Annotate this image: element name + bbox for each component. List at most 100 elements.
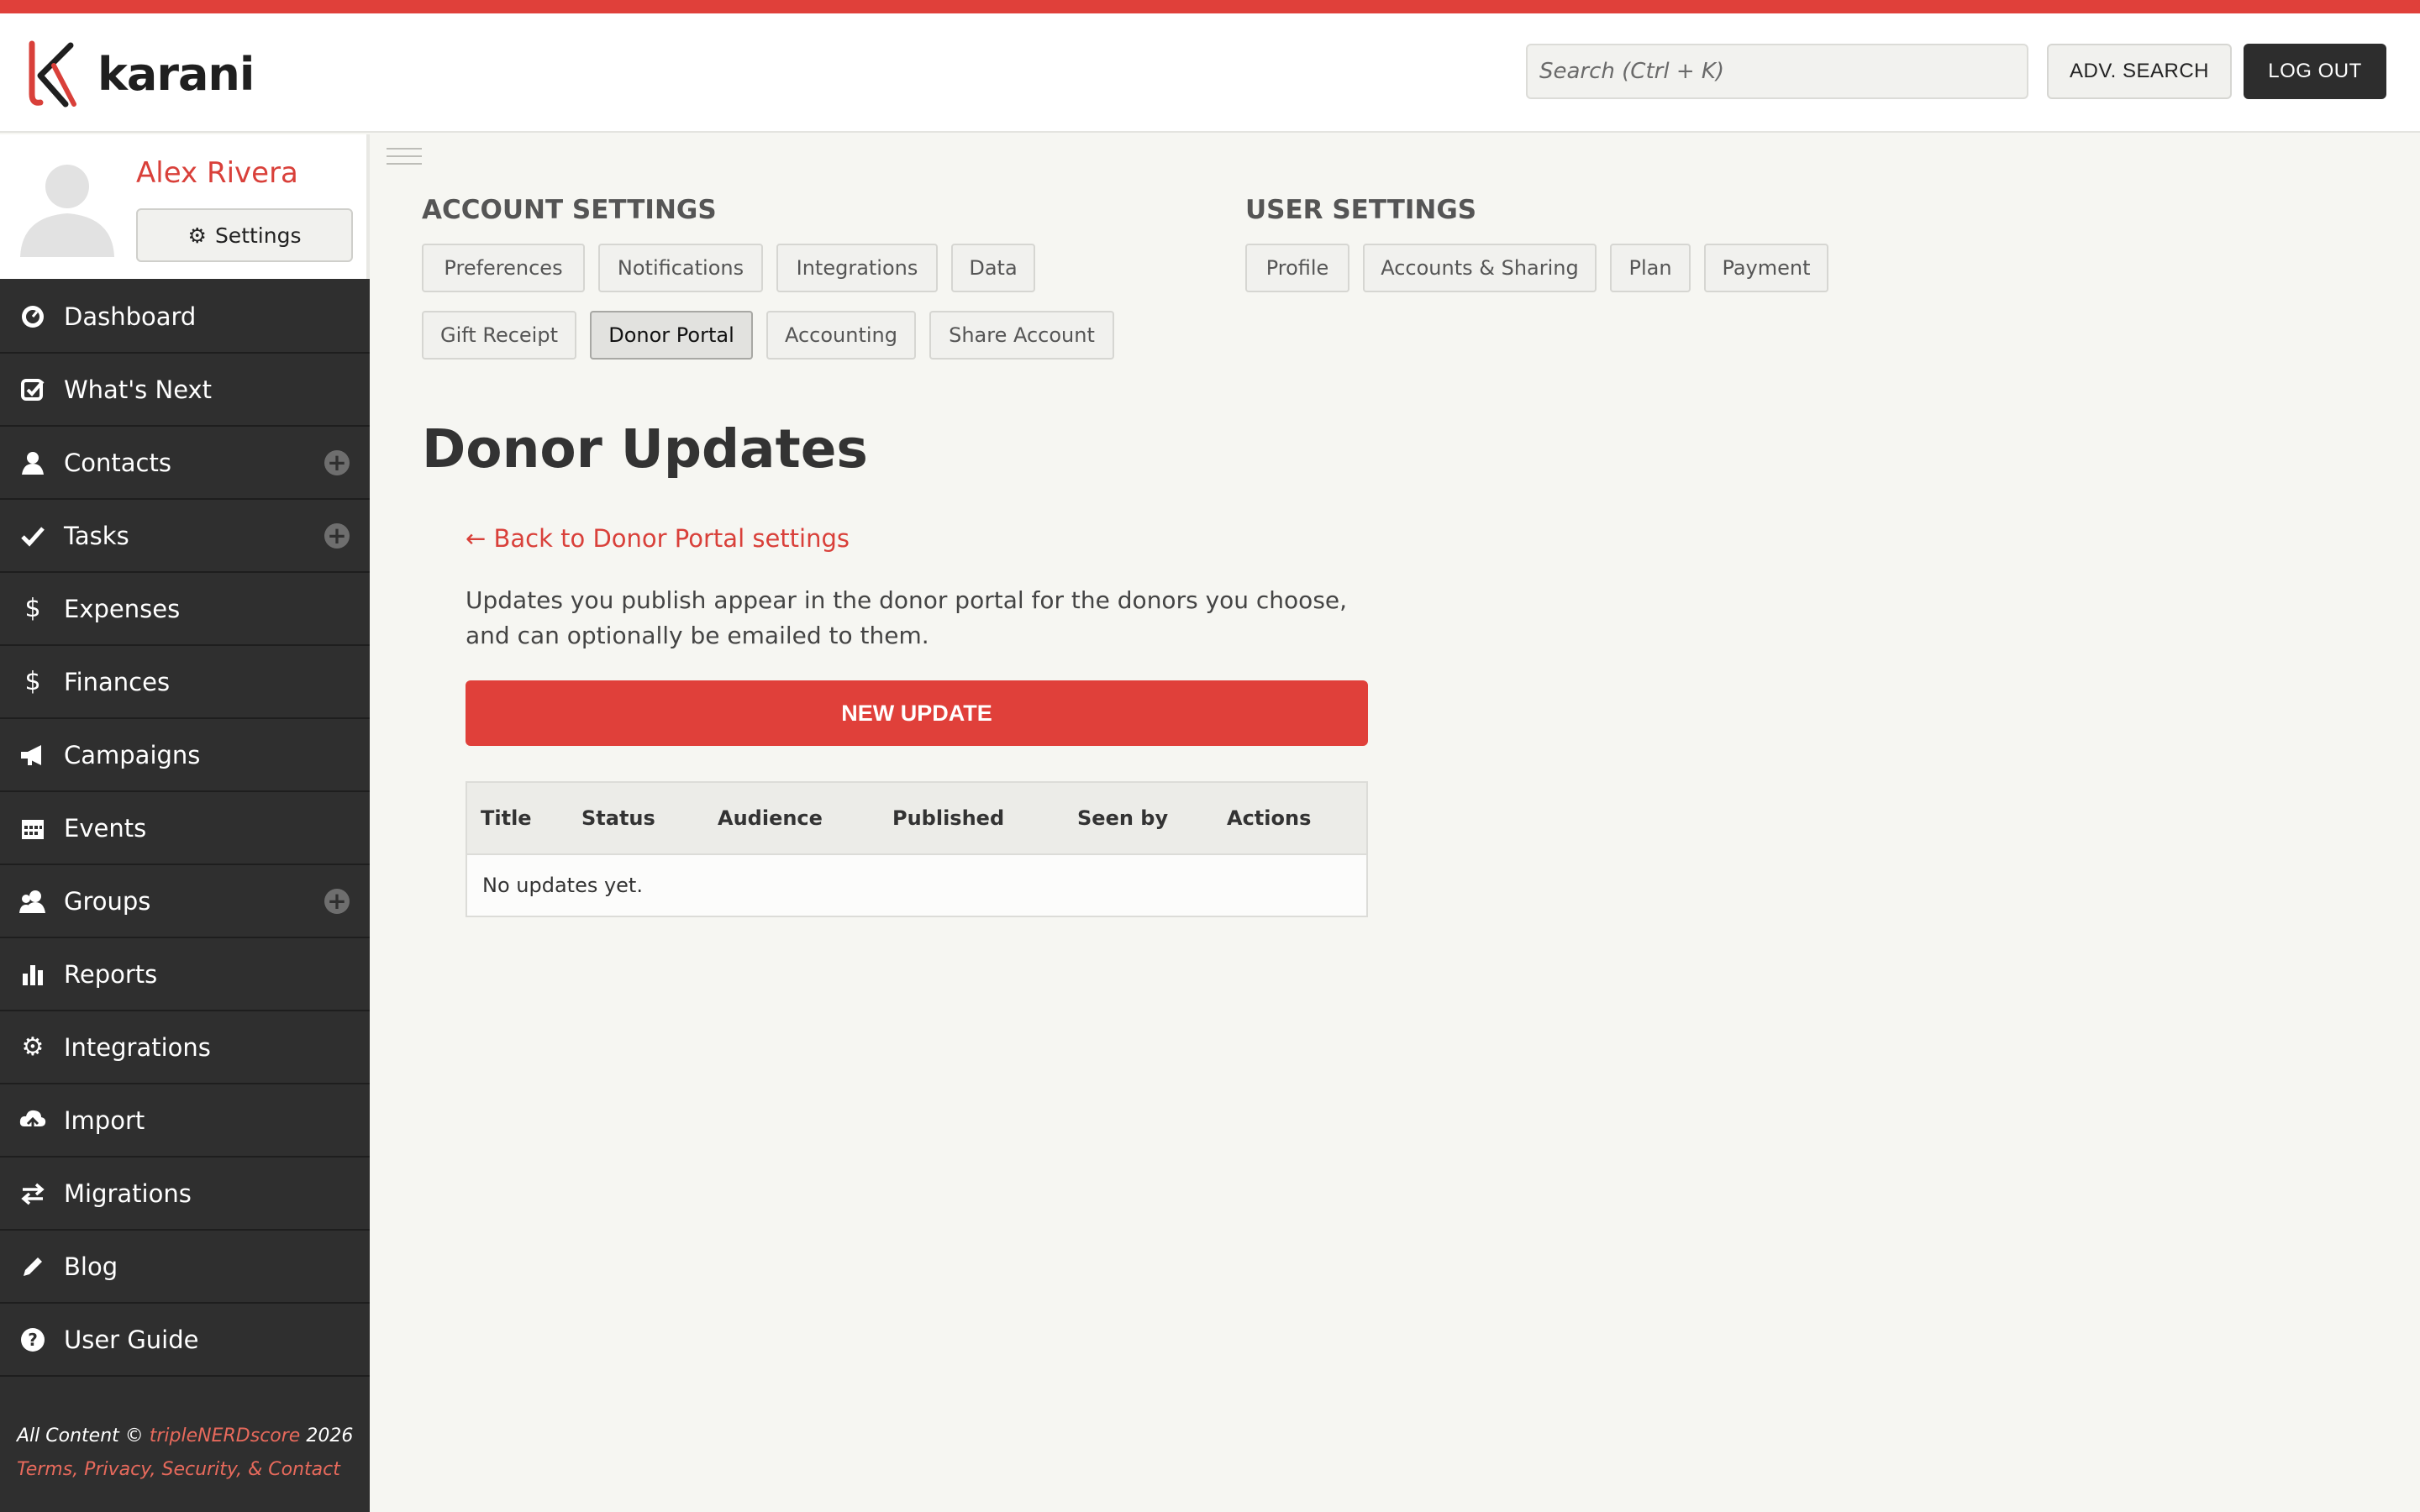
sidebar-item-label: Finances (64, 667, 171, 696)
column-header-status[interactable]: Status (581, 783, 655, 853)
profile-card: Alex Rivera ⚙ Settings (0, 134, 370, 279)
back-to-donor-portal-link[interactable]: ← Back to Donor Portal settings (466, 524, 850, 553)
add-group-icon[interactable]: + (324, 889, 350, 914)
sidebar-item-groups[interactable]: Groups + (0, 865, 370, 938)
tab-preferences[interactable]: Preferences (422, 244, 585, 292)
sidebar-item-label: Contacts (64, 448, 171, 477)
profile-name[interactable]: Alex Rivera (136, 156, 298, 190)
avatar (15, 153, 119, 257)
add-contact-icon[interactable]: + (324, 450, 350, 475)
column-header-audience[interactable]: Audience (718, 783, 823, 853)
tab-integrations[interactable]: Integrations (776, 244, 938, 292)
sidebar-item-label: Expenses (64, 594, 181, 623)
sidebar-item-label: Tasks (64, 521, 129, 550)
sidebar-toggle-icon[interactable] (387, 148, 422, 166)
sidebar-item-label: Events (64, 813, 147, 843)
bar-chart-icon (18, 960, 47, 989)
tab-plan[interactable]: Plan (1610, 244, 1691, 292)
search-input[interactable] (1526, 44, 2028, 99)
user-icon (18, 449, 47, 477)
sidebar-item-expenses[interactable]: $ Expenses (0, 573, 370, 646)
app-name: karani (97, 47, 255, 101)
karani-logo-icon (29, 40, 76, 108)
top-accent-strip (0, 0, 2420, 13)
sidebar-item-contacts[interactable]: Contacts + (0, 427, 370, 500)
intro-text: Updates you publish appear in the donor … (466, 586, 1348, 649)
page-title: Donor Updates (422, 418, 868, 480)
tab-accounts-sharing[interactable]: Accounts & Sharing (1363, 244, 1597, 292)
sidebar-item-events[interactable]: Events (0, 792, 370, 865)
logout-button[interactable]: LOG OUT (2244, 44, 2386, 99)
sidebar-item-label: What's Next (64, 375, 213, 404)
sidebar-nav: Dashboard What's Next Contacts + Tasks +… (0, 281, 370, 1377)
tab-profile[interactable]: Profile (1245, 244, 1349, 292)
sidebar-item-user-guide[interactable]: ? User Guide (0, 1304, 370, 1377)
sidebar-item-migrations[interactable]: Migrations (0, 1158, 370, 1231)
tab-data[interactable]: Data (951, 244, 1035, 292)
dollar-icon: $ (24, 594, 41, 623)
top-header: karani ADV. SEARCH LOG OUT (0, 13, 2420, 133)
check-square-icon (18, 375, 47, 404)
company-link[interactable]: tripleNERDscore (150, 1425, 301, 1446)
sidebar-item-blog[interactable]: Blog (0, 1231, 370, 1304)
tab-gift-receipt[interactable]: Gift Receipt (422, 311, 576, 360)
user-settings-title: USER SETTINGS (1245, 195, 1477, 225)
sidebar-item-label: Import (64, 1105, 145, 1135)
sidebar-item-campaigns[interactable]: Campaigns (0, 719, 370, 792)
updates-table: Title Status Audience Published Seen by … (466, 781, 1368, 917)
copyright-year: 2026 (300, 1425, 354, 1446)
gear-icon: ⚙ (21, 1032, 45, 1062)
column-header-actions: Actions (1227, 806, 1312, 830)
arrows-icon (18, 1179, 47, 1208)
app-logo[interactable]: karani (25, 39, 255, 109)
copyright-prefix: All Content © (17, 1425, 150, 1446)
footer-links[interactable]: Terms, Privacy, Security, & Contact (17, 1459, 340, 1480)
empty-state-text: No updates yet. (482, 874, 643, 897)
tab-share-account[interactable]: Share Account (929, 311, 1114, 360)
column-header-published[interactable]: Published (892, 783, 1004, 853)
new-update-button[interactable]: NEW UPDATE (466, 680, 1368, 746)
gear-icon: ⚙ (187, 223, 207, 248)
copyright-line: All Content © tripleNERDscore 2026 (17, 1420, 361, 1453)
column-header-seen-by[interactable]: Seen by (1077, 783, 1168, 853)
calendar-icon (18, 814, 47, 843)
sidebar-item-label: Groups (64, 886, 151, 916)
tab-notifications[interactable]: Notifications (598, 244, 763, 292)
sidebar-item-label: Reports (64, 959, 158, 989)
sidebar-item-label: User Guide (64, 1325, 199, 1354)
sidebar-item-reports[interactable]: Reports (0, 938, 370, 1011)
sidebar-footer: All Content © tripleNERDscore 2026 Terms… (17, 1420, 361, 1487)
sidebar-item-dashboard[interactable]: Dashboard (0, 281, 370, 354)
table-header: Title Status Audience Published Seen by … (467, 783, 1366, 855)
dollar-icon: $ (24, 667, 41, 696)
dashboard-icon (18, 302, 47, 331)
sidebar-item-integrations[interactable]: ⚙ Integrations (0, 1011, 370, 1084)
sidebar-item-label: Campaigns (64, 740, 201, 769)
svg-text:?: ? (28, 1330, 38, 1350)
sidebar-item-whats-next[interactable]: What's Next (0, 354, 370, 427)
tab-payment[interactable]: Payment (1704, 244, 1828, 292)
adv-search-button[interactable]: ADV. SEARCH (2047, 44, 2232, 99)
sidebar-item-label: Migrations (64, 1179, 192, 1208)
question-icon: ? (18, 1326, 47, 1354)
users-icon (18, 887, 47, 916)
tab-accounting[interactable]: Accounting (766, 311, 916, 360)
sidebar-item-finances[interactable]: $ Finances (0, 646, 370, 719)
settings-button[interactable]: ⚙ Settings (136, 208, 353, 262)
add-task-icon[interactable]: + (324, 523, 350, 549)
sidebar-item-label: Blog (64, 1252, 118, 1281)
check-icon (18, 522, 47, 550)
sidebar-item-label: Integrations (64, 1032, 211, 1062)
settings-label: Settings (214, 223, 302, 248)
sidebar-item-import[interactable]: Import (0, 1084, 370, 1158)
pencil-icon (18, 1252, 47, 1281)
sidebar-item-tasks[interactable]: Tasks + (0, 500, 370, 573)
cloud-upload-icon (18, 1106, 47, 1135)
tab-donor-portal[interactable]: Donor Portal (590, 311, 753, 360)
sidebar-item-label: Dashboard (64, 302, 197, 331)
account-settings-title: ACCOUNT SETTINGS (422, 195, 717, 225)
megaphone-icon (18, 741, 47, 769)
column-header-title[interactable]: Title (481, 783, 532, 853)
table-row: No updates yet. (467, 855, 1366, 916)
sidebar: Alex Rivera ⚙ Settings Dashboard What's … (0, 134, 370, 1512)
